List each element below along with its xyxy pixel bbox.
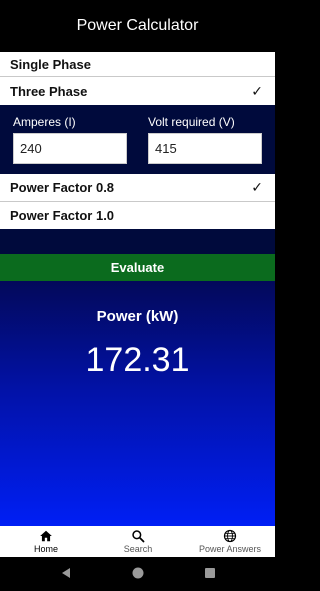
app-bar: Power Calculator <box>0 0 275 52</box>
system-nav-bar <box>0 557 275 591</box>
option-label: Single Phase <box>10 56 91 72</box>
nav-label: Home <box>33 544 58 554</box>
spacer-band <box>0 229 275 254</box>
option-label: Power Factor 1.0 <box>10 208 115 223</box>
globe-icon <box>223 529 237 543</box>
result-value: 172.31 <box>85 341 190 379</box>
nav-search[interactable]: Search <box>110 526 166 557</box>
option-label: Power Factor 0.8 <box>10 180 115 195</box>
check-icon: ✓ <box>251 179 263 195</box>
home-circle-icon[interactable] <box>131 566 145 580</box>
option-three-phase[interactable]: Three Phase ✓ <box>0 77 275 105</box>
amperes-label: Amperes (I) <box>13 115 76 129</box>
volts-input[interactable]: 415 <box>148 133 262 164</box>
evaluate-label: Evaluate <box>110 260 165 275</box>
volts-label: Volt required (V) <box>148 115 235 129</box>
bottom-nav: Home Search Power Answers <box>0 526 275 557</box>
option-power-factor-0-8[interactable]: Power Factor 0.8 ✓ <box>0 174 275 201</box>
search-icon <box>132 530 145 543</box>
evaluate-button[interactable]: Evaluate <box>0 254 275 281</box>
check-icon: ✓ <box>251 82 263 99</box>
amperes-input[interactable]: 240 <box>13 133 127 164</box>
option-power-factor-1-0[interactable]: Power Factor 1.0 <box>0 202 275 229</box>
home-icon <box>40 530 52 542</box>
option-label: Three Phase <box>10 83 88 99</box>
result-title: Power (kW) <box>96 308 179 325</box>
nav-home[interactable]: Home <box>18 526 74 557</box>
back-icon[interactable] <box>59 566 73 580</box>
recents-icon[interactable] <box>203 566 217 580</box>
result-panel: Power (kW) 172.31 <box>0 281 275 526</box>
nav-power-answers[interactable]: Power Answers <box>192 526 268 557</box>
option-single-phase[interactable]: Single Phase <box>0 52 275 76</box>
nav-label: Search <box>123 544 153 554</box>
inputs-panel: Amperes (I) 240 Volt required (V) 415 <box>0 105 275 174</box>
app-title: Power Calculator <box>76 17 199 34</box>
nav-label: Power Answers <box>198 544 262 554</box>
